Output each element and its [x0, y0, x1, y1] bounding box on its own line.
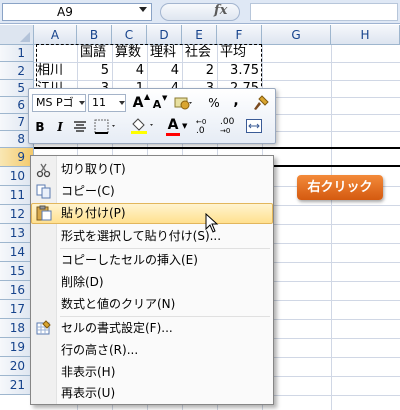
scissors-icon: [36, 162, 52, 178]
name-box[interactable]: A9: [2, 3, 152, 21]
select-all-triangle-icon: [20, 32, 30, 42]
row-header-19[interactable]: 19: [0, 338, 34, 357]
font-name-select[interactable]: MS Pゴ: [32, 94, 86, 112]
column-header-a[interactable]: A: [34, 25, 77, 45]
mouse-pointer-icon: [205, 212, 221, 235]
font-color-button[interactable]: A: [166, 115, 180, 135]
paste-clipboard-icon: [36, 205, 52, 221]
percent-button[interactable]: %: [206, 93, 222, 113]
column-header-h[interactable]: H: [331, 25, 400, 45]
row-header-14[interactable]: 14: [0, 243, 34, 262]
italic-button[interactable]: I: [53, 117, 67, 137]
row-header-15[interactable]: 15: [0, 262, 34, 281]
column-header-g[interactable]: G: [262, 25, 331, 45]
comma-button[interactable]: ,: [230, 91, 242, 111]
column-header-b[interactable]: B: [77, 25, 112, 45]
menu-item-row-height[interactable]: 行の高さ(R)...: [31, 340, 273, 361]
bold-button[interactable]: B: [33, 117, 47, 137]
menu-item-cut[interactable]: 切り取り(T): [31, 159, 273, 180]
menu-item-insert-copied-cells[interactable]: コピーしたセルの挿入(E): [31, 250, 273, 271]
menu-item-clear-contents[interactable]: 数式と値のクリア(N): [31, 294, 273, 315]
column-header-e[interactable]: E: [182, 25, 217, 45]
row-header-21[interactable]: 21: [0, 376, 34, 395]
row-header-18[interactable]: 18: [0, 319, 34, 338]
formula-bar-resize-handle[interactable]: [160, 3, 240, 21]
currency-format-icon[interactable]: [174, 95, 194, 111]
right-click-callout: 右クリック: [297, 175, 383, 200]
row-header-13[interactable]: 13: [0, 224, 34, 243]
chevron-down-icon[interactable]: [119, 101, 125, 105]
fill-color-icon[interactable]: [130, 117, 156, 135]
menu-item-hide[interactable]: 非表示(H): [31, 362, 273, 383]
row-header-17[interactable]: 17: [0, 300, 34, 319]
menu-item-format-cells[interactable]: セルの書式設定(F)...: [31, 318, 273, 339]
row-header-1[interactable]: 1: [0, 45, 34, 62]
row-header-20[interactable]: 20: [0, 357, 34, 376]
chevron-down-icon[interactable]: [139, 7, 147, 12]
menu-separator: [60, 316, 270, 317]
insert-function-icon[interactable]: fx: [214, 3, 227, 18]
row-header-2[interactable]: 2: [0, 62, 34, 80]
menu-item-paste[interactable]: 貼り付け(P): [31, 203, 273, 224]
row-header-12[interactable]: 12: [0, 205, 34, 224]
decrease-decimal-button[interactable]: .00 →0: [220, 118, 234, 136]
formula-input[interactable]: [250, 3, 398, 21]
chevron-down-icon[interactable]: [79, 101, 85, 105]
row-header-11[interactable]: 11: [0, 186, 34, 205]
column-header-c[interactable]: C: [112, 25, 147, 45]
chevron-down-icon[interactable]: ▼: [182, 122, 187, 130]
menu-item-delete[interactable]: 削除(D): [31, 272, 273, 293]
menu-separator: [60, 248, 270, 249]
copy-icon: [36, 183, 52, 199]
center-align-icon[interactable]: [73, 121, 87, 133]
merge-center-icon[interactable]: [246, 119, 262, 133]
column-header-d[interactable]: D: [147, 25, 182, 45]
menu-item-copy[interactable]: コピー(C): [31, 181, 273, 202]
format-painter-icon[interactable]: [252, 94, 270, 112]
menu-item-unhide[interactable]: 再表示(U): [31, 383, 273, 404]
row-header-10[interactable]: 10: [0, 167, 34, 186]
gridline: [331, 45, 332, 410]
increase-decimal-button[interactable]: ←0.0: [196, 118, 206, 136]
shrink-arrow-icon: ▼: [162, 94, 168, 102]
row-header-16[interactable]: 16: [0, 281, 34, 300]
row-header-9[interactable]: 9: [0, 148, 34, 167]
font-color-swatch: [166, 133, 180, 136]
column-header-f[interactable]: F: [217, 25, 262, 45]
format-cells-icon: [36, 320, 52, 336]
borders-icon[interactable]: [94, 119, 118, 135]
menu-item-paste-special[interactable]: 形式を選択して貼り付け(S)...: [31, 226, 273, 247]
